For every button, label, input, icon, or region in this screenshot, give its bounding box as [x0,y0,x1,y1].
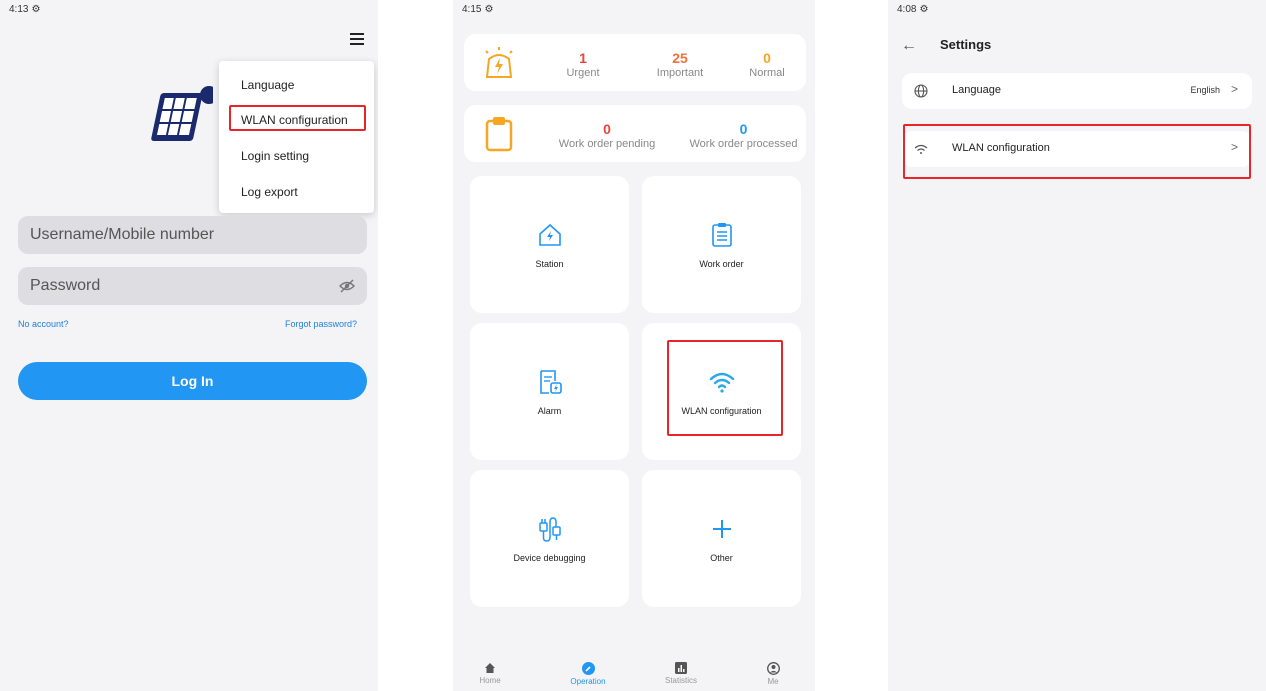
tile-wlan-configuration-label: WLAN configuration [681,406,762,416]
tile-station-label: Station [535,259,564,269]
tile-work-order[interactable]: Work order [642,176,801,313]
status-bar: 4:13 ⚙ [9,4,40,15]
user-icon [766,662,780,675]
nav-statistics-label: Statistics [664,676,697,685]
nav-operation-label: Operation [570,677,606,686]
login-button[interactable]: Log In [18,362,367,400]
stat-work-order-processed: 0 Work order processed [689,121,798,150]
menu-item-login-setting[interactable]: Login setting [241,149,309,163]
wifi-icon [914,144,928,154]
tile-alarm-label: Alarm [537,406,562,416]
alarm-lightning-icon [485,47,513,78]
solar-panel-logo-icon [151,86,213,141]
nav-me[interactable]: Me [738,662,808,686]
eye-off-icon[interactable] [339,279,355,293]
tile-wlan-configuration[interactable]: WLAN configuration [642,323,801,460]
work-order-clipboard-icon [711,223,732,247]
password-input[interactable]: Password [18,267,367,305]
chevron-right-icon: > [1230,140,1238,154]
wrench-icon [581,662,595,675]
nav-home-label: Home [479,676,501,685]
tile-work-order-label: Work order [699,259,744,269]
wifi-icon [709,372,734,393]
settings-wlan-card: WLAN configuration > [902,131,1252,167]
no-account-link[interactable]: No account? [18,319,69,329]
settings-row-language[interactable]: Language English > [902,73,1252,109]
menu-item-wlan-configuration[interactable]: WLAN configuration [241,113,348,127]
settings-status-icon: ⚙ [484,4,494,15]
back-arrow-icon[interactable]: ← [901,37,917,55]
stat-urgent: 1 Urgent [566,50,600,79]
nav-operation[interactable]: Operation [553,662,623,686]
tile-device-debugging[interactable]: Device debugging [470,470,629,607]
status-time: 4:08 [897,4,917,15]
login-screen: 4:13 ⚙ Language WLAN configuration Login … [0,0,378,691]
globe-icon [914,84,928,98]
plus-icon [712,520,731,538]
page-title: Settings [940,37,992,52]
username-input[interactable]: Username/Mobile number [18,216,367,254]
settings-screen: 4:08 ⚙ ← Settings Language English > WLAN… [888,0,1266,691]
nav-statistics[interactable]: Statistics [646,662,716,685]
status-bar: 4:15 ⚙ [462,4,493,15]
tile-station[interactable]: Station [470,176,629,313]
station-house-icon [538,223,561,246]
clipboard-icon [485,117,513,152]
settings-language-card: Language English > [902,73,1252,109]
tile-other-label: Other [710,553,733,563]
overflow-menu: Language WLAN configuration Login settin… [219,61,374,213]
tile-alarm[interactable]: Alarm [470,323,629,460]
alarm-summary-card[interactable]: 1 Urgent 25 Important 0 Normal [464,34,806,91]
language-label: Language [952,84,1001,96]
status-time: 4:13 [9,4,29,15]
bar-chart-icon [675,662,687,674]
nav-home[interactable]: Home [455,662,525,685]
settings-row-wlan-configuration[interactable]: WLAN configuration > [902,131,1252,167]
alarm-document-icon [539,370,562,394]
forgot-password-link[interactable]: Forgot password? [285,319,357,329]
wlan-configuration-label: WLAN configuration [952,142,1050,154]
settings-status-icon: ⚙ [919,4,929,15]
hamburger-menu-icon[interactable] [350,33,364,45]
stat-important: 25 Important [656,50,704,79]
bottom-navigation: Home Operation Statistics Me [453,655,815,691]
menu-item-language[interactable]: Language [241,78,294,92]
stat-work-order-pending: 0 Work order pending [558,121,656,150]
stat-normal: 0 Normal [749,50,785,79]
settings-status-icon: ⚙ [31,4,41,15]
chevron-right-icon: > [1230,82,1238,96]
nav-me-label: Me [767,677,779,686]
cable-plug-icon [538,517,561,542]
password-placeholder: Password [30,277,101,294]
language-value: English [1190,85,1220,95]
tile-device-debugging-label: Device debugging [513,553,586,563]
menu-item-log-export[interactable]: Log export [241,185,298,199]
status-bar: 4:08 ⚙ [897,4,928,15]
username-placeholder: Username/Mobile number [30,226,215,243]
tile-other[interactable]: Other [642,470,801,607]
operation-screen: 4:15⚙ 1 Urgent 25 Important 0 Normal 0 [453,0,815,691]
work-order-summary-card[interactable]: 0 Work order pending 0 Work order proces… [464,105,806,162]
status-time: 4:15 [462,4,482,15]
home-icon [485,663,495,673]
